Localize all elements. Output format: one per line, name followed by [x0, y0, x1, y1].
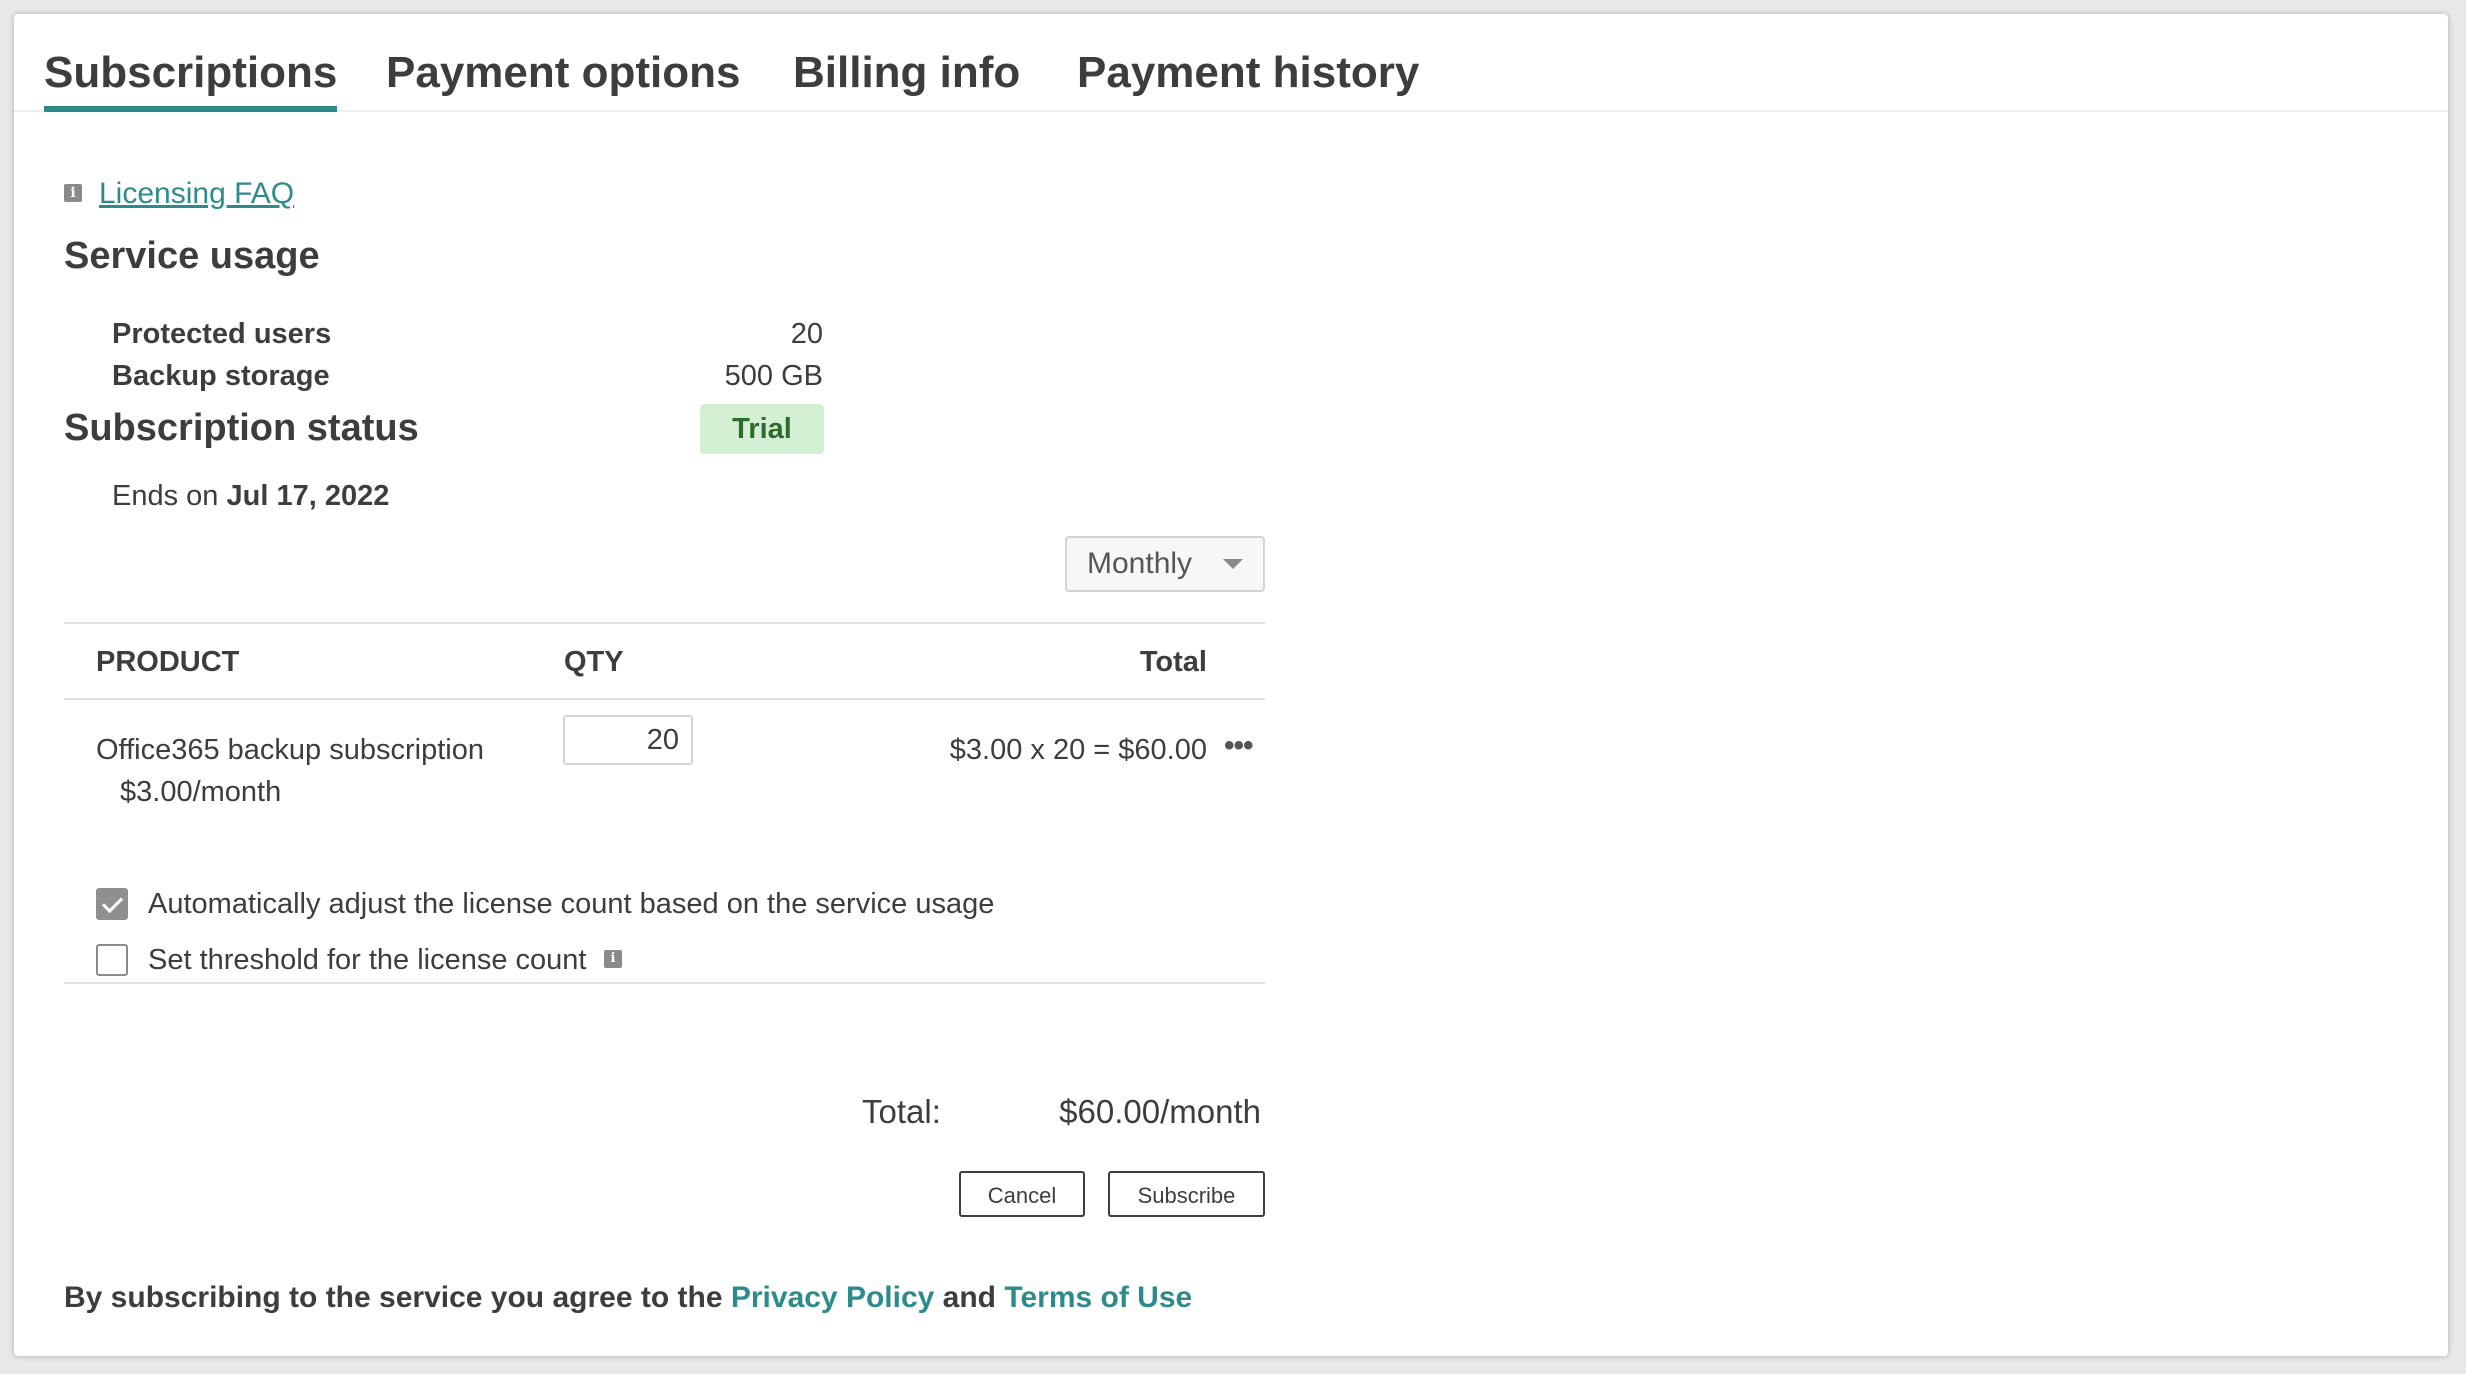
- protected-users-value: 20: [790, 318, 823, 350]
- subscribe-button[interactable]: Subscribe: [1108, 1171, 1265, 1217]
- table-header-divider: [64, 698, 1265, 700]
- column-header-total: Total: [1139, 646, 1207, 678]
- agreement-text: By subscribing to the service you agree …: [64, 1280, 1192, 1316]
- billing-period-value: Monthly: [1087, 547, 1193, 580]
- ends-on-text: Ends on Jul 17, 2022: [112, 478, 389, 514]
- protected-users-label: Protected users: [112, 318, 332, 350]
- product-price: $3.00/month: [120, 776, 282, 808]
- tab-billing-info[interactable]: Billing info: [793, 48, 1020, 98]
- backup-storage-value: 500 GB: [724, 360, 823, 392]
- privacy-policy-link[interactable]: Privacy Policy: [731, 1281, 934, 1314]
- terms-of-use-link[interactable]: Terms of Use: [1004, 1281, 1192, 1314]
- total-label: Total:: [862, 1093, 941, 1130]
- tab-subscriptions[interactable]: Subscriptions: [44, 48, 338, 112]
- tab-payment-options[interactable]: Payment options: [386, 48, 741, 98]
- cancel-button[interactable]: Cancel: [959, 1171, 1085, 1217]
- total-value: $60.00/month: [1059, 1093, 1261, 1130]
- status-badge: Trial: [700, 404, 824, 454]
- row-total: $3.00 x 20 = $60.00: [949, 734, 1207, 766]
- info-icon: i: [64, 184, 82, 202]
- options-divider: [64, 982, 1265, 984]
- licensing-faq-link[interactable]: Licensing FAQ: [99, 176, 294, 212]
- agreement-prefix: By subscribing to the service you agree …: [64, 1281, 723, 1314]
- more-options-icon[interactable]: •••: [1224, 728, 1253, 764]
- service-usage-title: Service usage: [64, 235, 320, 277]
- table-top-divider: [64, 622, 1265, 624]
- threshold-checkbox[interactable]: [96, 944, 128, 976]
- billing-period-select[interactable]: Monthly: [1065, 536, 1265, 592]
- subscriptions-panel: Subscriptions Payment options Billing in…: [14, 14, 2448, 1356]
- chevron-down-icon: [1223, 559, 1243, 569]
- product-name: Office365 backup subscription: [96, 734, 484, 766]
- subscription-status-title: Subscription status: [64, 407, 419, 449]
- auto-adjust-label[interactable]: Automatically adjust the license count b…: [148, 886, 994, 922]
- auto-adjust-checkbox[interactable]: [96, 888, 128, 920]
- column-header-product: PRODUCT: [96, 646, 240, 678]
- backup-storage-label: Backup storage: [112, 360, 330, 392]
- threshold-label[interactable]: Set threshold for the license count: [148, 942, 586, 978]
- ends-on-prefix: Ends on: [112, 480, 219, 512]
- tab-bar: Subscriptions Payment options Billing in…: [14, 14, 2448, 112]
- info-icon[interactable]: i: [604, 950, 622, 968]
- quantity-input[interactable]: [563, 715, 693, 765]
- column-header-qty: QTY: [564, 646, 624, 678]
- ends-on-date: Jul 17, 2022: [226, 480, 390, 512]
- tab-payment-history[interactable]: Payment history: [1077, 48, 1419, 98]
- agreement-and: and: [942, 1281, 997, 1314]
